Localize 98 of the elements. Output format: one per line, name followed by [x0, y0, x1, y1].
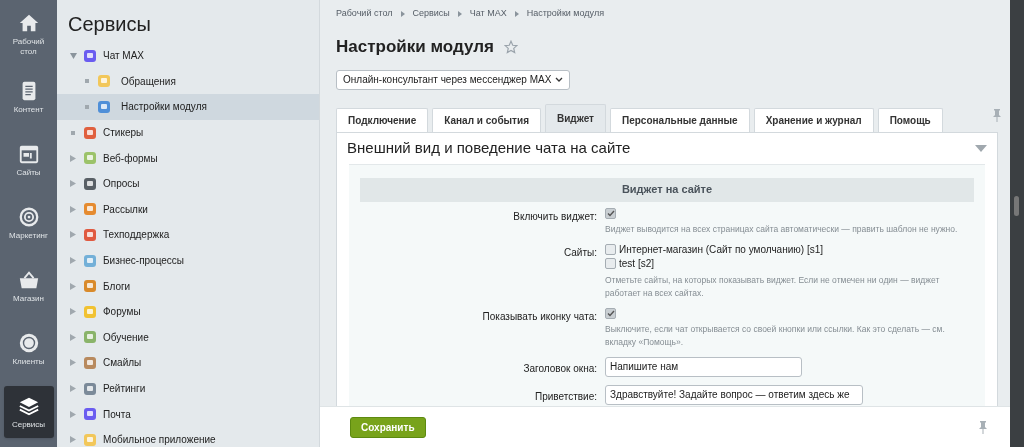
module-icon: [83, 48, 97, 63]
pin-icon[interactable]: [992, 107, 1002, 122]
module-icon: [83, 227, 97, 242]
module-icon: [83, 355, 97, 370]
module-icon: [83, 407, 97, 422]
tab[interactable]: Подключение: [336, 107, 429, 132]
module-icon: [83, 381, 97, 396]
collapse-icon[interactable]: [975, 144, 987, 152]
sidebar-title: Сервисы: [67, 12, 152, 37]
collapsed-arrow-icon[interactable]: [70, 410, 76, 418]
tab[interactable]: Персональные данные: [610, 107, 750, 132]
checkbox[interactable]: [605, 258, 616, 269]
module-icon: [83, 330, 97, 345]
checkbox-label: test [s2]: [619, 257, 654, 270]
pin-icon[interactable]: [978, 420, 988, 434]
nav-item[interactable]: Магазин: [3, 260, 54, 312]
sidebar-item[interactable]: Опросы: [57, 170, 319, 197]
checkbox[interactable]: [605, 307, 616, 319]
nav-item[interactable]: Сайты: [3, 134, 54, 186]
nav-item[interactable]: Контент: [3, 71, 54, 123]
check-icon: [606, 209, 615, 217]
collapsed-arrow-icon[interactable]: [70, 385, 76, 392]
collapsed-arrow-icon[interactable]: [70, 231, 76, 239]
page-title: Настройки модуля: [336, 36, 494, 58]
module-icon: [83, 253, 97, 268]
module-icon: [83, 176, 97, 191]
breadcrumb-link[interactable]: Сервисы: [412, 7, 450, 21]
module-icon: [83, 125, 97, 140]
breadcrumb-link[interactable]: Рабочий стол: [336, 7, 393, 21]
collapsed-arrow-icon[interactable]: [70, 205, 76, 213]
breadcrumb-arrow-icon: [514, 11, 519, 17]
group-heading: Виджет на сайте: [360, 177, 974, 202]
breadcrumb-arrow-icon: [400, 11, 405, 17]
tab[interactable]: Хранение и журнал: [753, 107, 874, 132]
breadcrumb-link[interactable]: Чат MAX: [469, 7, 507, 21]
nav-item[interactable]: Маркетинг: [3, 197, 54, 249]
checkbox-label: Интернет-магазин (Сайт по умолчанию) [s1]: [619, 243, 823, 256]
sidebar-item[interactable]: Рассылки: [57, 196, 319, 223]
collapsed-arrow-icon[interactable]: [70, 333, 76, 341]
sidebar-item[interactable]: Форумы: [57, 298, 319, 325]
star-icon[interactable]: [503, 39, 518, 54]
sidebar-item[interactable]: Обращения: [57, 68, 319, 95]
sidebar-item[interactable]: Чат MAX: [57, 43, 319, 69]
field-label: Приветствие:: [533, 389, 597, 404]
sidebar-item[interactable]: Техподдержка: [57, 222, 319, 248]
nav-item[interactable]: Сервисы: [3, 386, 54, 438]
chevron-down-icon: [555, 76, 564, 83]
collapsed-arrow-icon[interactable]: [70, 180, 76, 188]
module-icon: [83, 304, 97, 319]
nav-item[interactable]: Клиенты: [3, 323, 54, 375]
sidebar-item[interactable]: Блоги: [57, 273, 319, 299]
sidebar-item[interactable]: Веб-формы: [57, 145, 319, 171]
collapsed-arrow-icon[interactable]: [70, 308, 76, 316]
check-icon: [606, 309, 615, 317]
breadcrumb-link[interactable]: Настройки модуля: [526, 7, 605, 21]
tab[interactable]: Виджет: [545, 103, 606, 132]
field-hint: Выключите, если чат открывается со своей кнопки или ссылки. Как это сделать — см. вкладку «Помощь».: [605, 322, 946, 349]
collapsed-arrow-icon[interactable]: [70, 257, 76, 265]
module-icon: [83, 279, 97, 294]
module-icon: [83, 151, 97, 166]
sidebar-item[interactable]: Стикеры: [57, 119, 319, 146]
sidebar-item[interactable]: Почта: [57, 401, 319, 427]
field-label: Сайты:: [562, 245, 597, 260]
sidebar-item[interactable]: Настройки модуля: [57, 94, 319, 120]
module-icon: [97, 100, 111, 114]
field-hint: Отметьте сайты, на которых показывать виджет. Если не отмечен ни один — виджет работает на всех сайтах.: [605, 273, 941, 300]
circle-icon: [17, 331, 40, 354]
text-field[interactable]: Здравствуйте! Задайте вопрос — ответим здесь же: [605, 384, 863, 405]
module-select[interactable]: Онлайн-консультант через мессенджер MAX: [336, 69, 571, 90]
target-icon: [17, 205, 40, 228]
field-label: Показывать иконку чата:: [481, 309, 597, 324]
module-icon: [83, 202, 97, 217]
collapsed-arrow-icon[interactable]: [70, 436, 76, 444]
sidebar-item[interactable]: Бизнес-процессы: [57, 247, 319, 274]
bullet-icon: [85, 79, 89, 84]
sidebar-item[interactable]: Рейтинги: [57, 375, 319, 402]
checkbox[interactable]: [605, 207, 616, 219]
section-title: Внешний вид и поведение чата на сайте: [347, 137, 631, 158]
module-icon: [97, 74, 111, 89]
bullet-icon: [85, 105, 89, 109]
collapsed-arrow-icon[interactable]: [70, 282, 76, 290]
collapsed-arrow-icon[interactable]: [70, 154, 76, 162]
sidebar-item[interactable]: Мобильное приложение: [57, 426, 319, 447]
collapsed-arrow-icon[interactable]: [70, 359, 76, 367]
nav-item[interactable]: Рабочий стол: [3, 8, 54, 60]
module-icon: [83, 432, 97, 447]
field-label: Заголовок окна:: [522, 361, 597, 376]
expanded-arrow-icon[interactable]: [69, 52, 77, 59]
checkbox[interactable]: [605, 244, 616, 255]
tab[interactable]: Канал и события: [432, 107, 541, 132]
breadcrumb-arrow-icon: [457, 11, 462, 17]
tab[interactable]: Помощь: [877, 107, 943, 132]
sidebar-item[interactable]: Смайлы: [57, 350, 319, 376]
sidebar-item[interactable]: Обучение: [57, 324, 319, 351]
text-field[interactable]: Напишите нам: [605, 356, 802, 377]
field-hint: Виджет выводится на всех страницах сайта автоматически — править шаблон не нужно.: [605, 222, 959, 236]
bullet-icon: [71, 130, 75, 135]
field-label: Включить виджет:: [512, 209, 597, 224]
